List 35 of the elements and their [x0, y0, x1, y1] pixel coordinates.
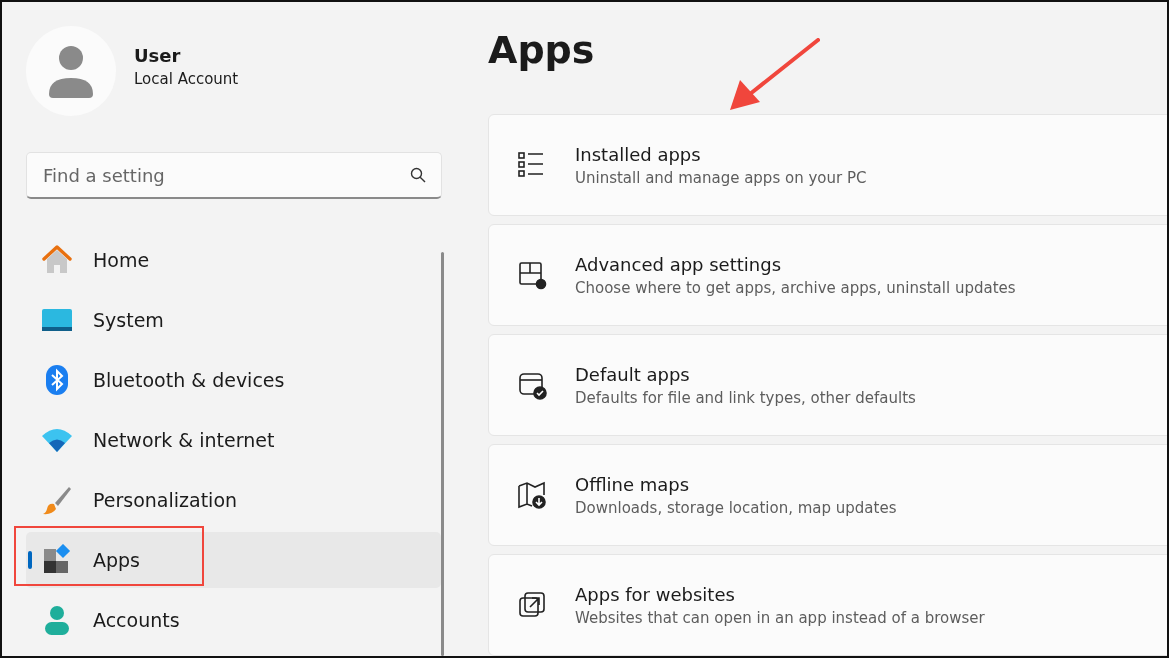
card-description: Websites that can open in an app instead of a browser [575, 608, 985, 627]
map-download-icon [517, 480, 547, 510]
card-title: Installed apps [575, 143, 702, 165]
card-title: Apps for websites [575, 583, 736, 605]
apps-icon [41, 544, 73, 576]
card-title: Advanced app settings [575, 253, 782, 275]
card-title: Default apps [575, 363, 691, 385]
nav-item[interactable]: Network & internet [26, 412, 441, 468]
nav-item[interactable]: Apps [26, 532, 441, 588]
nav-item[interactable]: System [26, 292, 441, 348]
selection-indicator [28, 551, 32, 569]
search-field[interactable]: Find a setting [26, 152, 442, 199]
card-description: Choose where to get apps, archive apps, uninstall updates [575, 278, 1016, 297]
nav-item[interactable]: Bluetooth & devices [26, 352, 441, 408]
external-link-icon [517, 590, 547, 620]
search-icon [410, 167, 426, 183]
page-title: Apps [488, 28, 595, 72]
nav-item[interactable]: Personalization [26, 472, 441, 528]
settings-card[interactable]: Apps for websites Websites that can open in an app instead of a browser [488, 554, 1167, 656]
nav-item[interactable]: Accounts [26, 592, 441, 648]
nav-item[interactable]: Home [26, 232, 441, 288]
user-name: User [134, 44, 182, 66]
avatar-icon [26, 26, 116, 116]
card-description: Downloads, storage location, map updates [575, 498, 897, 517]
card-title: Offline maps [575, 473, 691, 495]
settings-card[interactable]: Default apps Defaults for file and link types, other defaults [488, 334, 1167, 436]
window-check-icon [517, 370, 547, 400]
account-type: Local Account [134, 69, 239, 88]
paintbrush-icon [41, 484, 73, 516]
house-icon [41, 244, 73, 276]
settings-card[interactable]: Advanced app settings Choose where to get apps, archive apps, uninstall updates [488, 224, 1167, 326]
card-description: Uninstall and manage apps on your PC [575, 168, 867, 187]
settings-card[interactable]: Offline maps Downloads, storage location, map updates [488, 444, 1167, 546]
settings-card[interactable]: Installed apps Uninstall and manage apps on your PC [488, 114, 1167, 216]
card-description: Defaults for file and link types, other defaults [575, 388, 916, 407]
